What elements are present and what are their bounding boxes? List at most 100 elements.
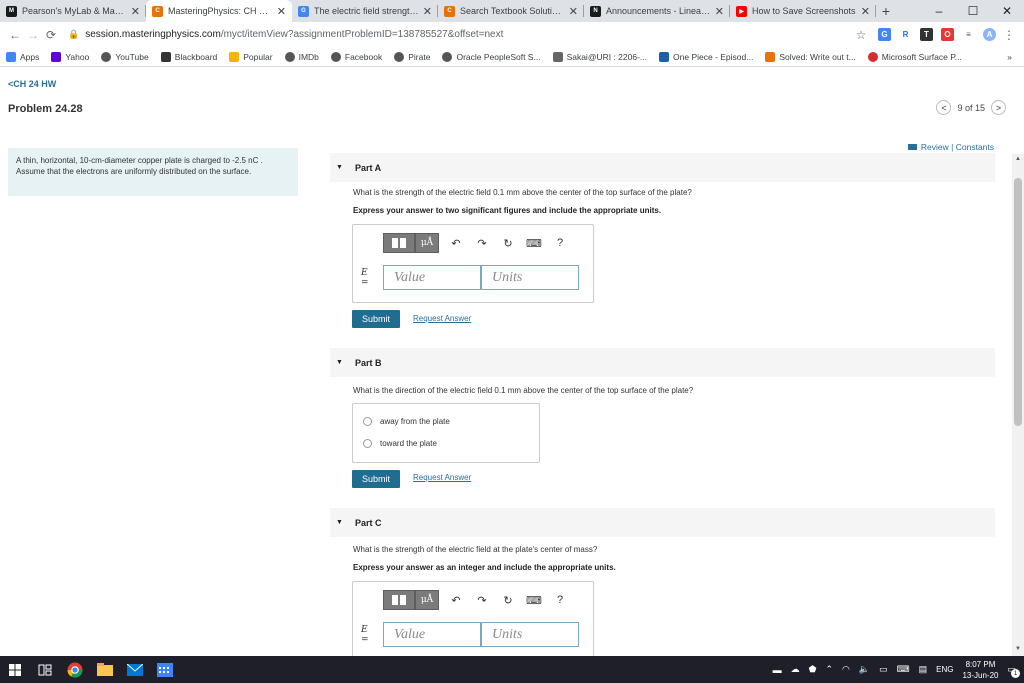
file-explorer-icon[interactable] <box>90 656 120 683</box>
radio-icon[interactable] <box>363 439 372 448</box>
url-host: session.masteringphysics.com <box>85 29 221 40</box>
browser-tab[interactable]: C Search Textbook Solutions | C ✕ <box>438 0 584 22</box>
bookmark-item[interactable]: Popular <box>229 51 273 62</box>
language-indicator[interactable]: ENG <box>936 665 953 674</box>
close-window-button[interactable]: ✕ <box>990 0 1024 22</box>
scrollbar-thumb[interactable] <box>1014 178 1022 426</box>
units-input[interactable]: Units <box>481 265 579 290</box>
bookmark-item[interactable]: Sakai@URI : 2206-... <box>552 51 647 62</box>
browser-tab[interactable]: C MasteringPhysics: CH 24 HW ✕ <box>146 0 292 22</box>
value-input[interactable]: Value <box>383 265 481 290</box>
breadcrumb[interactable]: <CH 24 HW <box>8 79 56 89</box>
extension-icon[interactable]: O <box>941 28 954 41</box>
redo-icon[interactable]: ↷ <box>473 237 491 250</box>
review-link[interactable]: Review | Constants <box>907 142 994 152</box>
value-input[interactable]: Value <box>383 622 481 647</box>
templates-button[interactable] <box>383 233 415 253</box>
bookmark-item[interactable]: Microsoft Surface P... <box>867 51 962 62</box>
extension-icon[interactable]: T <box>920 28 933 41</box>
previous-icon[interactable]: < <box>936 100 952 115</box>
bookmark-item[interactable]: YouTube <box>101 51 149 62</box>
close-tab-icon[interactable]: ✕ <box>277 5 286 18</box>
calendar-icon[interactable] <box>150 656 180 683</box>
next-icon[interactable]: > <box>991 100 1006 115</box>
display-icon[interactable]: ▭ <box>879 664 888 675</box>
browser-tab[interactable]: M Pearson's MyLab & Masterin ✕ <box>0 0 146 22</box>
back-icon[interactable]: ← <box>6 28 24 42</box>
undo-icon[interactable]: ↶ <box>447 594 465 607</box>
extension-icon[interactable]: A <box>983 28 996 41</box>
part-b-request-answer-link[interactable]: Request Answer <box>413 473 471 482</box>
reset-icon[interactable]: ↻ <box>499 237 517 250</box>
close-tab-icon[interactable]: ✕ <box>861 5 870 18</box>
close-tab-icon[interactable]: ✕ <box>423 5 432 18</box>
bookmark-item[interactable]: Solved: Write out t... <box>765 51 856 62</box>
task-view-icon[interactable] <box>30 656 60 683</box>
lock-icon: 🔒 <box>68 29 80 39</box>
part-a-submit-button[interactable]: Submit <box>352 310 400 328</box>
help-button[interactable]: ? <box>551 237 569 249</box>
bookmarks-more[interactable]: » <box>1007 52 1012 62</box>
bookmark-item[interactable]: One Piece - Episod... <box>659 51 753 62</box>
menu-icon[interactable]: ⋮ <box>1000 28 1018 42</box>
units-input[interactable]: Units <box>481 622 579 647</box>
star-icon[interactable]: ☆ <box>852 28 870 42</box>
scroll-down-icon[interactable]: ▼ <box>1015 646 1021 652</box>
windows-start-icon[interactable] <box>0 656 30 683</box>
close-tab-icon[interactable]: ✕ <box>569 5 578 18</box>
browser-tab[interactable]: ▶ How to Save Screenshots ✕ <box>730 0 876 22</box>
new-tab-button[interactable]: + <box>876 0 896 22</box>
extension-icon[interactable]: R <box>899 28 912 41</box>
keyboard-tray-icon[interactable]: ⌨ <box>897 664 910 675</box>
close-tab-icon[interactable]: ✕ <box>131 5 140 18</box>
battery-icon[interactable]: ▬ <box>773 665 782 675</box>
choice-away[interactable]: away from the plate <box>363 417 450 426</box>
clock[interactable]: 8:07 PM 13-Jun-20 <box>962 659 998 681</box>
cloud-icon[interactable]: ☁ <box>791 664 800 675</box>
forward-icon[interactable]: → <box>24 28 42 42</box>
reset-icon[interactable]: ↻ <box>499 594 517 607</box>
browser-tab[interactable]: N Announcements - Linear Alg ✕ <box>584 0 730 22</box>
bookmark-item[interactable]: IMDb <box>284 51 319 62</box>
templates-button[interactable] <box>383 590 415 610</box>
part-c-header[interactable]: ▼ Part C <box>330 508 995 537</box>
choice-toward[interactable]: toward the plate <box>363 439 437 448</box>
tab-title: How to Save Screenshots <box>752 6 856 16</box>
mail-icon[interactable] <box>120 656 150 683</box>
units-button[interactable]: μÅ <box>415 233 439 253</box>
notification-icon[interactable]: ▭1 <box>1007 664 1020 678</box>
close-tab-icon[interactable]: ✕ <box>715 5 724 18</box>
undo-icon[interactable]: ↶ <box>447 237 465 250</box>
part-b-submit-button[interactable]: Submit <box>352 470 400 488</box>
keyboard-icon[interactable]: ⌨ <box>525 594 543 607</box>
volume-icon[interactable]: 🔈 <box>859 664 870 675</box>
bookmark-item[interactable]: Yahoo <box>51 51 89 62</box>
wifi-icon[interactable]: ◠ <box>842 664 850 675</box>
reload-icon[interactable]: ⟳ <box>42 28 60 42</box>
part-a-request-answer-link[interactable]: Request Answer <box>413 314 471 323</box>
redo-icon[interactable]: ↷ <box>473 594 491 607</box>
part-b-header[interactable]: ▼ Part B <box>330 348 995 377</box>
units-button[interactable]: μÅ <box>415 590 439 610</box>
bookmark-item[interactable]: Oracle PeopleSoft S... <box>442 51 541 62</box>
bookmark-item[interactable]: Pirate <box>394 51 430 62</box>
help-button[interactable]: ? <box>551 594 569 606</box>
scroll-up-icon[interactable]: ▲ <box>1015 156 1021 162</box>
chrome-icon[interactable] <box>60 656 90 683</box>
browser-tab[interactable]: G The electric field strength just ✕ <box>292 0 438 22</box>
extension-icon[interactable]: G <box>878 28 891 41</box>
tablet-icon[interactable]: ▤ <box>919 664 928 675</box>
chevron-up-icon[interactable]: ⌃ <box>825 664 833 675</box>
extension-icon[interactable]: ≡ <box>962 28 975 41</box>
radio-icon[interactable] <box>363 417 372 426</box>
security-icon[interactable]: ⬟ <box>809 664 817 675</box>
keyboard-icon[interactable]: ⌨ <box>525 237 543 250</box>
minimize-button[interactable]: – <box>922 0 956 22</box>
url-field[interactable]: 🔒 session.masteringphysics.com/myct/item… <box>68 29 852 40</box>
bookmark-item[interactable]: Apps <box>6 51 40 62</box>
bookmark-item[interactable]: Facebook <box>330 51 382 62</box>
bookmark-item[interactable]: Blackboard <box>160 51 217 62</box>
part-a-header[interactable]: ▼ Part A <box>330 153 995 182</box>
bookmark-label: Apps <box>20 51 40 62</box>
restore-button[interactable]: ☐ <box>956 0 990 22</box>
